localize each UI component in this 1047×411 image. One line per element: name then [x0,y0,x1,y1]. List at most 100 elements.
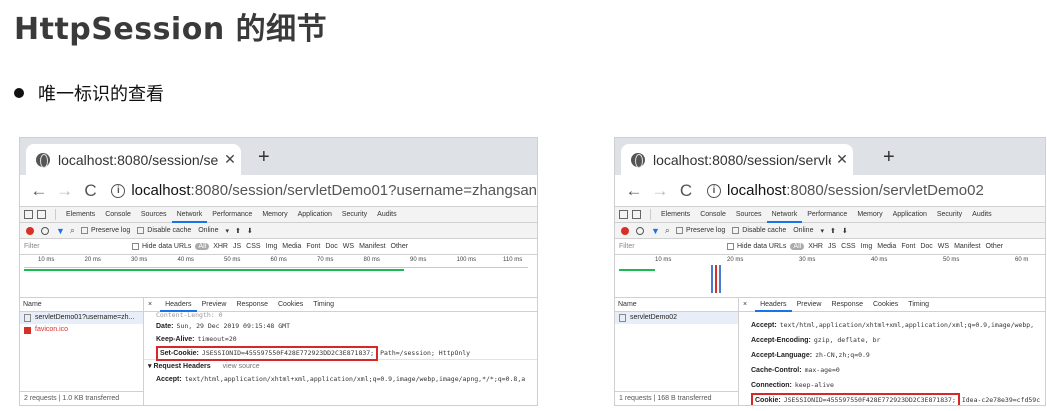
clear-icon[interactable] [636,226,644,235]
devtools-tab-security[interactable]: Security [932,207,967,223]
filter-input[interactable]: Filter [24,243,132,250]
filter-type-js[interactable]: JS [828,243,836,250]
devtools-tab-console[interactable]: Console [100,207,136,223]
detail-tab-preview[interactable]: Preview [792,298,827,312]
record-icon[interactable] [26,226,34,235]
filter-input[interactable]: Filter [619,243,727,250]
detail-tab-cookies[interactable]: Cookies [273,298,308,312]
close-details-icon[interactable]: × [743,301,747,308]
back-button[interactable]: ← [26,181,52,201]
clear-icon[interactable] [41,226,49,235]
devtools-tab-audits[interactable]: Audits [967,207,996,223]
site-info-icon[interactable]: i [707,183,721,198]
devtools-tab-elements[interactable]: Elements [61,207,100,223]
reload-button[interactable]: C [673,181,699,201]
search-icon[interactable]: ⌕ [665,225,670,236]
inspect-element-icon[interactable] [619,210,628,219]
throttling-select[interactable]: Online [793,227,813,234]
filter-type-img[interactable]: Img [266,243,278,250]
devtools-tab-audits[interactable]: Audits [372,207,401,223]
hide-data-urls-checkbox[interactable] [132,243,139,250]
filter-funnel-icon[interactable]: ▼ [56,226,65,236]
request-headers-section[interactable]: ▾ Request Headers view source [144,359,537,373]
export-har-icon[interactable]: ⬇ [247,227,253,235]
devtools-tab-memory[interactable]: Memory [257,207,292,223]
new-tab-button[interactable]: + [883,146,895,169]
view-source-link[interactable]: view source [223,363,260,370]
filter-type-font[interactable]: Font [901,243,915,250]
search-icon[interactable]: ⌕ [70,225,75,236]
filter-type-xhr[interactable]: XHR [808,243,823,250]
site-info-icon[interactable]: i [111,183,126,198]
filter-type-other[interactable]: Other [391,243,409,250]
filter-type-all[interactable]: All [790,243,805,250]
filter-type-css[interactable]: CSS [246,243,260,250]
detail-tab-headers[interactable]: Headers [160,298,197,312]
import-har-icon[interactable]: ⬆ [235,227,241,235]
devtools-tab-performance[interactable]: Performance [207,207,257,223]
request-row[interactable]: servletDemo01?username=zh... [20,312,143,324]
close-details-icon[interactable]: × [148,301,152,308]
import-har-icon[interactable]: ⬆ [830,227,836,235]
devtools-tab-network[interactable]: Network [171,207,208,223]
request-row[interactable]: servletDemo02 [615,312,738,324]
device-toolbar-icon[interactable] [632,210,641,219]
back-button[interactable]: ← [621,181,647,201]
devtools-tab-elements[interactable]: Elements [656,207,695,223]
filter-type-ws[interactable]: WS [938,243,949,250]
detail-tab-timing[interactable]: Timing [903,298,934,312]
record-icon[interactable] [621,226,629,235]
devtools-tab-application[interactable]: Application [888,207,932,223]
filter-funnel-icon[interactable]: ▼ [651,226,660,236]
chevron-down-icon[interactable]: ▾ [225,227,229,235]
disable-cache-checkbox[interactable] [732,227,740,234]
filter-type-doc[interactable]: Doc [920,243,932,250]
devtools-tab-sources[interactable]: Sources [731,207,767,223]
devtools-tab-application[interactable]: Application [293,207,337,223]
filter-type-other[interactable]: Other [986,243,1004,250]
forward-button[interactable]: → [647,181,673,201]
export-har-icon[interactable]: ⬇ [842,227,848,235]
filter-type-doc[interactable]: Doc [325,243,337,250]
address-bar[interactable]: i localhost:8080/session/servletDemo02 [707,182,984,199]
inspect-element-icon[interactable] [24,210,33,219]
chevron-down-icon[interactable]: ▾ [820,227,824,235]
devtools-tab-performance[interactable]: Performance [802,207,852,223]
new-tab-button[interactable]: + [258,146,270,169]
browser-tab[interactable]: localhost:8080/session/servlet✕ [621,144,853,175]
detail-tab-response[interactable]: Response [231,298,273,312]
filter-type-manifest[interactable]: Manifest [954,243,980,250]
preserve-log-checkbox[interactable] [80,227,88,234]
filter-type-img[interactable]: Img [861,243,873,250]
detail-tab-response[interactable]: Response [826,298,868,312]
filter-type-font[interactable]: Font [306,243,320,250]
throttling-select[interactable]: Online [198,227,218,234]
devtools-tab-security[interactable]: Security [337,207,372,223]
browser-tab[interactable]: localhost:8080/session/servlet✕ [26,144,241,175]
filter-type-xhr[interactable]: XHR [213,243,228,250]
filter-type-manifest[interactable]: Manifest [359,243,385,250]
hide-data-urls-checkbox[interactable] [727,243,734,250]
close-tab-icon[interactable]: ✕ [219,151,241,168]
filter-type-all[interactable]: All [195,243,210,250]
reload-button[interactable]: C [78,181,104,201]
devtools-tab-network[interactable]: Network [766,207,803,223]
detail-tab-headers[interactable]: Headers [755,298,792,312]
preserve-log-checkbox[interactable] [675,227,683,234]
filter-type-media[interactable]: Media [282,243,301,250]
filter-type-css[interactable]: CSS [841,243,855,250]
request-row[interactable]: favicon.ico [20,324,143,336]
detail-tab-cookies[interactable]: Cookies [868,298,903,312]
filter-type-js[interactable]: JS [233,243,241,250]
disable-cache-checkbox[interactable] [137,227,145,234]
forward-button[interactable]: → [52,181,78,201]
devtools-tab-console[interactable]: Console [695,207,731,223]
detail-tab-preview[interactable]: Preview [197,298,232,312]
devtools-tab-sources[interactable]: Sources [136,207,172,223]
filter-type-media[interactable]: Media [877,243,896,250]
detail-tab-timing[interactable]: Timing [308,298,339,312]
close-tab-icon[interactable]: ✕ [831,151,853,168]
address-bar[interactable]: i localhost:8080/session/servletDemo01?us… [111,182,537,199]
devtools-tab-memory[interactable]: Memory [852,207,887,223]
device-toolbar-icon[interactable] [37,210,46,219]
